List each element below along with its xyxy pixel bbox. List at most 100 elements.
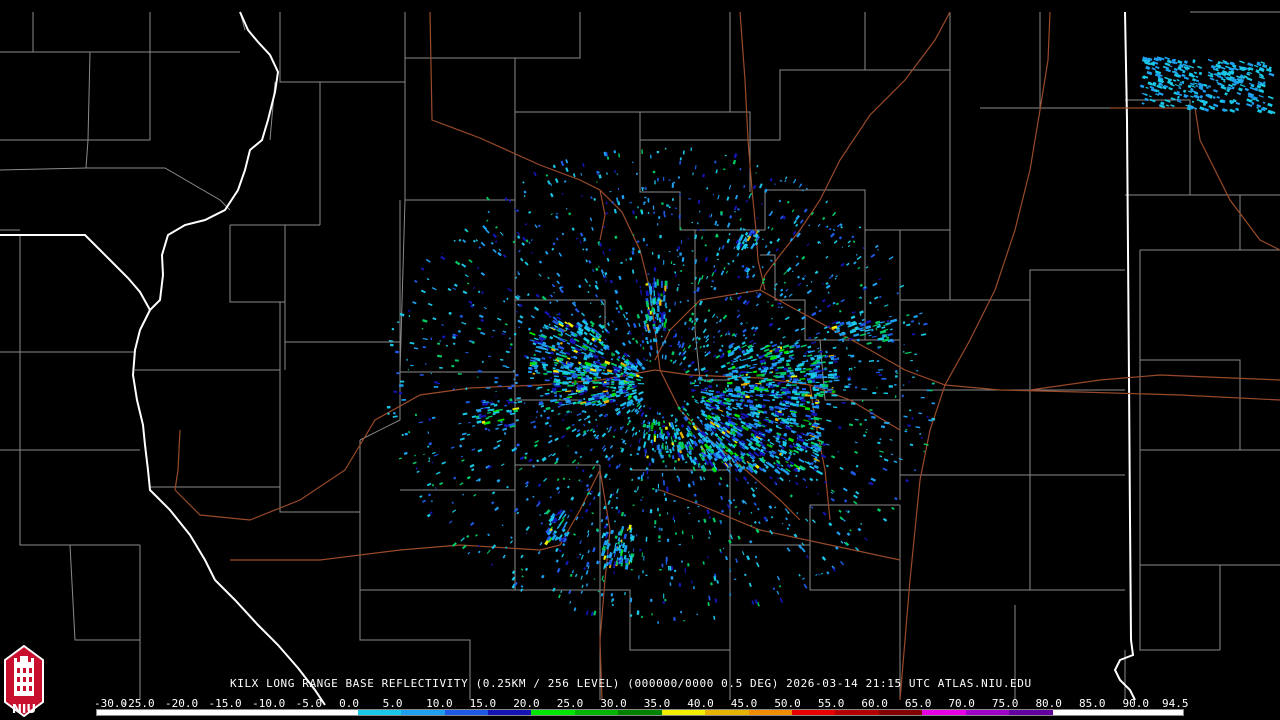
echo-cell <box>846 262 850 266</box>
echo-cell <box>616 488 619 494</box>
echo-cell <box>792 452 796 456</box>
echo-cell <box>732 498 736 502</box>
echo-cell <box>652 488 655 490</box>
echo-cell <box>815 574 818 576</box>
echo-cell <box>467 282 470 285</box>
echo-cell <box>789 402 796 406</box>
echo-cell <box>579 232 584 237</box>
echo-cell <box>652 205 655 210</box>
echo-cell <box>496 317 502 321</box>
echo-cell <box>549 496 552 499</box>
echo-cell <box>1198 71 1203 76</box>
echo-cell <box>833 240 838 244</box>
echo-cell <box>784 316 790 321</box>
echo-cell <box>793 449 800 454</box>
echo-cell <box>441 335 446 339</box>
echo-cell <box>711 272 715 277</box>
echo-cell <box>595 267 599 272</box>
echo-cell <box>886 319 890 323</box>
echo-cell <box>766 378 773 382</box>
echo-cell <box>716 321 719 324</box>
echo-cell <box>830 497 835 502</box>
echo-cell <box>688 198 691 200</box>
echo-cell <box>761 266 764 269</box>
echo-cell <box>595 425 599 428</box>
echo-cell <box>814 385 821 388</box>
echo-cell <box>785 288 789 292</box>
echo-cell <box>674 569 677 573</box>
echo-cell <box>673 520 676 523</box>
echo-cell <box>604 338 607 341</box>
echo-cell <box>1212 89 1219 93</box>
echo-cell <box>556 313 558 316</box>
echo-cell <box>776 366 783 369</box>
colorbar-segment <box>618 710 662 715</box>
echo-cell <box>720 495 724 501</box>
echo-cell <box>598 174 602 179</box>
echo-cell <box>459 437 465 441</box>
echo-cell <box>689 381 692 384</box>
echo-cell <box>792 380 798 384</box>
echo-cell <box>804 439 809 442</box>
echo-cell <box>606 156 610 160</box>
echo-cell <box>726 238 731 244</box>
echo-cell <box>1244 87 1249 92</box>
echo-cell <box>678 351 682 356</box>
echo-cell <box>802 367 806 370</box>
echo-cell <box>830 491 834 495</box>
echo-cell <box>559 395 563 398</box>
echo-cell <box>688 317 693 322</box>
echo-cell <box>856 255 862 261</box>
echo-cell <box>519 456 525 461</box>
echo-cell <box>828 361 834 365</box>
echo-cell <box>799 370 806 374</box>
colorbar-segment <box>574 710 619 715</box>
echo-cell <box>635 279 638 283</box>
echo-cell <box>703 369 709 373</box>
echo-cell <box>658 527 661 531</box>
echo-cell <box>758 367 762 371</box>
echo-cell <box>486 219 489 222</box>
echo-cell <box>587 530 590 534</box>
echo-cell <box>720 364 726 369</box>
echo-cell <box>706 187 709 190</box>
echo-cell <box>533 171 537 177</box>
echo-cell <box>610 383 615 385</box>
echo-cell <box>647 476 649 479</box>
echo-cell <box>404 432 409 436</box>
echo-cell <box>817 223 821 227</box>
echo-cell <box>662 341 664 346</box>
echo-cell <box>613 571 616 575</box>
echo-cell <box>653 526 656 528</box>
echo-cell <box>881 377 887 380</box>
echo-cell <box>894 384 897 386</box>
echo-cell <box>654 281 657 288</box>
echo-cell <box>595 410 597 413</box>
echo-cell <box>741 499 746 504</box>
echo-cell <box>652 320 656 324</box>
echo-cell <box>660 448 662 453</box>
echo-cell <box>555 385 561 388</box>
echo-cell <box>722 547 725 550</box>
echo-cell <box>791 209 795 213</box>
echo-cell <box>754 599 758 605</box>
echo-cell <box>614 349 621 355</box>
echo-cell <box>714 160 717 164</box>
echo-cell <box>499 231 504 236</box>
echo-cell <box>905 428 908 431</box>
echo-cell <box>653 311 656 315</box>
echo-cell <box>1224 92 1228 96</box>
echo-cell <box>646 359 649 361</box>
echo-cell <box>795 424 800 428</box>
echo-cell <box>812 451 816 454</box>
echo-cell <box>686 506 690 509</box>
echo-cell <box>729 165 732 167</box>
echo-cell <box>632 247 635 251</box>
echo-cell <box>408 315 411 318</box>
echo-cell <box>583 423 586 427</box>
echo-cell <box>735 386 740 389</box>
echo-cell <box>654 180 656 185</box>
echo-cell <box>798 363 805 367</box>
echo-cell <box>746 399 754 404</box>
echo-cell <box>800 327 805 331</box>
